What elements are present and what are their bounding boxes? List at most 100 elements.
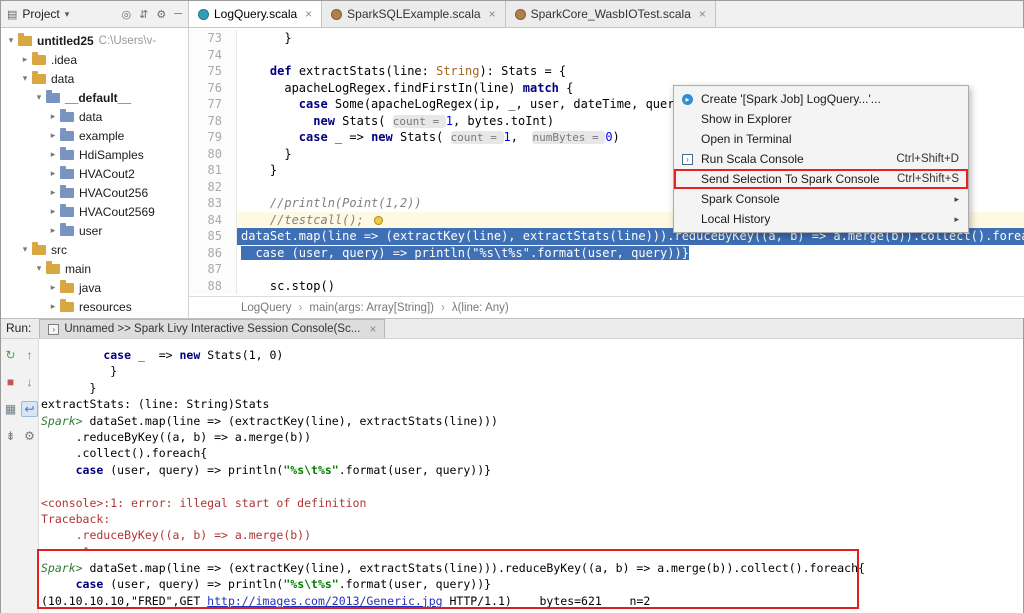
chevron-down-icon[interactable]: ▾ xyxy=(33,92,45,103)
tree-item[interactable]: ▸resources xyxy=(1,297,188,316)
scroll-down-icon[interactable]: ↓ xyxy=(21,374,38,390)
editor-tabs: LogQuery.scala×SparkSQLExample.scala×Spa… xyxy=(189,1,1023,27)
run-console-tab[interactable]: › Unnamed >> Spark Livy Interactive Sess… xyxy=(39,319,385,338)
tree-item-label: data xyxy=(79,110,102,124)
line-number: 87 xyxy=(189,261,237,278)
soft-wrap-icon[interactable]: ↩ xyxy=(21,401,38,417)
chevron-right-icon[interactable]: ▸ xyxy=(47,168,59,179)
code-text: def extractStats(line: String): Stats = … xyxy=(237,63,1024,80)
breadcrumb-item[interactable]: LogQuery xyxy=(241,302,292,314)
editor-line[interactable]: 73 } xyxy=(189,30,1024,47)
tree-item[interactable]: ▸HVACout2569 xyxy=(1,202,188,221)
context-menu-item[interactable]: ›Run Scala ConsoleCtrl+Shift+D xyxy=(674,149,968,169)
chevron-right-icon[interactable]: ▸ xyxy=(47,111,59,122)
tree-item[interactable]: ▸ .idea xyxy=(1,50,188,69)
line-number: 85 xyxy=(189,228,237,245)
chevron-right-icon[interactable]: ▸ xyxy=(47,130,59,141)
chevron-right-icon[interactable]: ▸ xyxy=(47,225,59,236)
stop-icon[interactable]: ■ xyxy=(2,374,19,390)
folder-icon xyxy=(60,283,74,293)
editor-line[interactable]: 74 xyxy=(189,47,1024,64)
chevron-right-icon[interactable]: ▸ xyxy=(47,282,59,293)
close-icon[interactable]: × xyxy=(305,7,312,21)
chevron-down-icon[interactable]: ▾ xyxy=(19,73,31,84)
breadcrumb-item[interactable]: main(args: Array[String]) xyxy=(309,302,434,314)
scroll-to-end-icon[interactable]: ⇟ xyxy=(2,428,19,444)
close-icon[interactable]: × xyxy=(699,7,706,21)
line-number: 75 xyxy=(189,63,237,80)
spark-job-icon: ▸ xyxy=(680,94,695,105)
editor-tab[interactable]: SparkSQLExample.scala× xyxy=(322,1,505,27)
context-menu-item[interactable]: Local History▸ xyxy=(674,209,968,229)
chevron-right-icon[interactable]: ▸ xyxy=(19,54,31,65)
project-pane-label[interactable]: Project xyxy=(22,7,59,21)
editor-tab[interactable]: LogQuery.scala× xyxy=(189,1,322,27)
breadcrumb-item[interactable]: λ(line: Any) xyxy=(452,302,509,314)
project-tool-window-icon[interactable]: ▤ xyxy=(7,8,17,21)
chevron-right-icon[interactable]: ▸ xyxy=(47,149,59,160)
scroll-up-icon[interactable]: ↑ xyxy=(21,347,38,363)
tree-item[interactable]: ▸ data xyxy=(1,107,188,126)
chevron-right-icon[interactable]: ▸ xyxy=(47,187,59,198)
scroll-from-source-icon[interactable]: ◎ xyxy=(122,8,132,21)
tree-item-path: C:\Users\v- xyxy=(99,35,157,47)
hide-panel-icon[interactable]: ─ xyxy=(174,8,182,21)
chevron-down-icon[interactable]: ▾ xyxy=(65,9,70,20)
tree-item[interactable]: ▸user xyxy=(1,221,188,240)
context-menu-item[interactable]: Show in Explorer xyxy=(674,109,968,129)
tree-item[interactable]: ▸example xyxy=(1,126,188,145)
intention-bulb-icon[interactable] xyxy=(374,216,383,225)
run-panel-header: Run: › Unnamed >> Spark Livy Interactive… xyxy=(1,318,1023,339)
chevron-right-icon[interactable]: ▸ xyxy=(47,301,59,312)
editor-line[interactable]: 87 xyxy=(189,261,1024,278)
code-text: sc.stop() xyxy=(237,278,1024,295)
tab-label: SparkCore_WasbIOTest.scala xyxy=(531,7,691,21)
tree-item[interactable]: ▸HVACout2 xyxy=(1,164,188,183)
settings-icon[interactable]: ⚙ xyxy=(156,8,166,21)
restore-layout-icon[interactable]: ▦ xyxy=(2,401,19,417)
chevron-down-icon[interactable]: ▾ xyxy=(5,35,17,46)
context-menu-item[interactable]: ▸ Create '[Spark Job] LogQuery...'... xyxy=(674,89,968,109)
project-tree[interactable]: ▾untitled25C:\Users\v-▸.idea▾data▾__defa… xyxy=(1,28,189,318)
folder-icon xyxy=(46,93,60,103)
folder-icon xyxy=(32,74,46,84)
context-menu-item[interactable]: Open in Terminal xyxy=(674,129,968,149)
tree-item[interactable]: ▸HVACout256 xyxy=(1,183,188,202)
tree-item[interactable]: ▾__default__ xyxy=(1,88,188,107)
editor-tab[interactable]: SparkCore_WasbIOTest.scala × xyxy=(506,1,716,27)
close-icon[interactable]: × xyxy=(369,322,376,336)
code-text: } xyxy=(237,30,1024,47)
tree-item[interactable]: ▾untitled25C:\Users\v- xyxy=(1,31,188,50)
tree-item[interactable]: ▾main xyxy=(1,259,188,278)
close-icon[interactable]: × xyxy=(489,7,496,21)
context-menu-item[interactable]: Spark Console▸ xyxy=(674,189,968,209)
menu-item-shortcut: Ctrl+Shift+D xyxy=(896,153,959,165)
tree-item-label: .idea xyxy=(51,53,77,67)
tree-item[interactable]: ▸java xyxy=(1,278,188,297)
console-output[interactable]: case _ => new Stats(1, 0) } }extractStat… xyxy=(39,339,1023,613)
context-menu-item[interactable]: Send Selection To Spark ConsoleCtrl+Shif… xyxy=(674,169,968,189)
chevron-down-icon[interactable]: ▾ xyxy=(19,244,31,255)
expand-collapse-icon[interactable]: ⇵ xyxy=(139,8,148,21)
code-text xyxy=(237,47,1024,64)
tree-item[interactable]: ▾src xyxy=(1,240,188,259)
menu-item-label: Spark Console xyxy=(701,192,780,206)
line-number: 73 xyxy=(189,30,237,47)
folder-icon xyxy=(60,207,74,217)
editor-line[interactable]: 86 case (user, query) => println("%s\t%s… xyxy=(189,245,1024,262)
breadcrumb: LogQuery›main(args: Array[String])›λ(lin… xyxy=(189,296,1024,318)
chevron-down-icon[interactable]: ▾ xyxy=(33,263,45,274)
menu-item-label: Create '[Spark Job] LogQuery...'... xyxy=(701,92,881,106)
line-number: 83 xyxy=(189,195,237,212)
rerun-icon[interactable]: ↻ xyxy=(2,347,19,363)
editor-line[interactable]: 88 sc.stop() xyxy=(189,278,1024,295)
tree-item[interactable]: ▸HdiSamples xyxy=(1,145,188,164)
tree-item[interactable]: ▾data xyxy=(1,69,188,88)
editor-line[interactable]: 75 def extractStats(line: String): Stats… xyxy=(189,63,1024,80)
console-settings-icon[interactable]: ⚙ xyxy=(21,428,38,444)
folder-icon xyxy=(18,36,32,46)
console-tab-icon: › xyxy=(48,324,59,335)
chevron-right-icon[interactable]: ▸ xyxy=(47,206,59,217)
line-number: 77 xyxy=(189,96,237,113)
file-type-icon xyxy=(331,9,342,20)
